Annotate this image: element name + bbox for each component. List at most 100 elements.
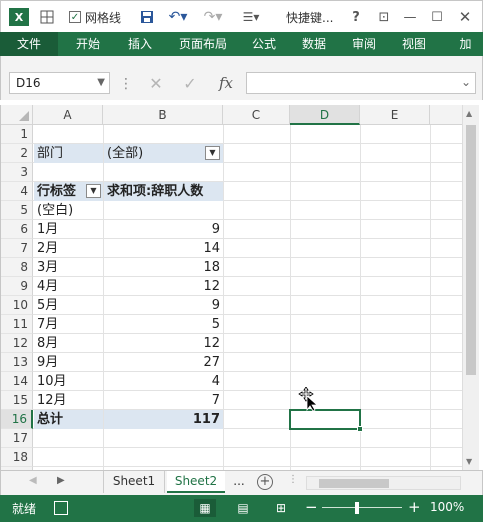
- row-header-15[interactable]: 15: [1, 391, 33, 410]
- row-header-4[interactable]: 4: [1, 182, 33, 201]
- sheet-tab-sheet1[interactable]: Sheet1: [103, 471, 165, 493]
- pivot-row-value[interactable]: 9: [104, 296, 223, 315]
- tab-file[interactable]: 文件: [0, 32, 58, 56]
- close-button[interactable]: ✕: [454, 7, 476, 27]
- pivot-row-value[interactable]: 12: [104, 277, 223, 296]
- pivot-row-value[interactable]: 18: [104, 258, 223, 277]
- row-header-18[interactable]: 18: [1, 448, 33, 467]
- row-header-14[interactable]: 14: [1, 372, 33, 391]
- page-break-view-button[interactable]: ⊞: [270, 499, 292, 517]
- undo-button[interactable]: ↶▾: [164, 7, 192, 27]
- row-header-9[interactable]: 9: [1, 277, 33, 296]
- gridlines-toggle[interactable]: ✓ 网格线: [69, 7, 121, 27]
- pivot-row-label[interactable]: 7月: [34, 315, 103, 334]
- pivot-row-value[interactable]: 7: [104, 391, 223, 410]
- pivot-row-label[interactable]: 5月: [34, 296, 103, 315]
- cancel-button[interactable]: ✕: [143, 72, 169, 94]
- column-header-b[interactable]: B: [103, 105, 223, 125]
- column-header-e[interactable]: E: [360, 105, 430, 125]
- customize-toolbar-button[interactable]: ☰▾: [239, 7, 263, 27]
- prev-sheet-icon[interactable]: ◀: [29, 475, 37, 486]
- enter-button[interactable]: ✓: [177, 72, 203, 94]
- add-sheet-icon[interactable]: +: [257, 474, 273, 490]
- scroll-thumb[interactable]: [319, 479, 389, 488]
- row-header-3[interactable]: 3: [1, 163, 33, 182]
- row-label-filter-button[interactable]: ▼: [86, 184, 101, 198]
- normal-view-button[interactable]: ▦: [194, 499, 216, 517]
- borders-icon[interactable]: [37, 7, 57, 27]
- zoom-in-icon[interactable]: +: [408, 498, 421, 516]
- minimize-button[interactable]: —: [399, 7, 421, 27]
- pivot-row-value[interactable]: 4: [104, 372, 223, 391]
- save-button[interactable]: [137, 7, 157, 27]
- expand-formula-icon[interactable]: ⌄: [461, 75, 471, 89]
- pivot-row-label[interactable]: 2月: [34, 239, 103, 258]
- row-header-12[interactable]: 12: [1, 334, 33, 353]
- row-header-16[interactable]: 16: [1, 410, 33, 429]
- row-header-5[interactable]: 5: [1, 201, 33, 220]
- tab-split-icon[interactable]: ⋮: [288, 474, 298, 485]
- insert-function-button[interactable]: fx: [213, 72, 239, 94]
- row-header-2[interactable]: 2: [1, 144, 33, 163]
- more-sheets-button[interactable]: ...: [229, 471, 249, 493]
- row-header-17[interactable]: 17: [1, 429, 33, 448]
- column-header-c[interactable]: C: [223, 105, 290, 125]
- row-header-6[interactable]: 6: [1, 220, 33, 239]
- tab-review[interactable]: 审阅: [344, 32, 384, 56]
- row-header-13[interactable]: 13: [1, 353, 33, 372]
- selected-cell-d16[interactable]: [289, 409, 363, 432]
- column-header-d[interactable]: D: [290, 105, 360, 125]
- horizontal-scrollbar[interactable]: [306, 476, 461, 490]
- page-layout-view-button[interactable]: ▤: [232, 499, 254, 517]
- zoom-slider[interactable]: [322, 507, 402, 508]
- row-header-7[interactable]: 7: [1, 239, 33, 258]
- pivot-row-value[interactable]: 5: [104, 315, 223, 334]
- pivot-total-label[interactable]: 总计: [34, 410, 103, 429]
- next-sheet-icon[interactable]: ▶: [57, 475, 65, 486]
- pivot-blank-label[interactable]: (空白): [34, 201, 103, 220]
- redo-button[interactable]: ↷▾: [199, 7, 227, 27]
- row-header-10[interactable]: 10: [1, 296, 33, 315]
- sheet-tab-sheet2[interactable]: Sheet2: [167, 471, 225, 493]
- row-header-11[interactable]: 11: [1, 315, 33, 334]
- tab-view[interactable]: 视图: [394, 32, 434, 56]
- worksheet-grid[interactable]: A B C D E 1 2 3 4 5 6 7 8 9 10 11 12 13 …: [0, 105, 462, 470]
- pivot-row-label[interactable]: 4月: [34, 277, 103, 296]
- row-header-8[interactable]: 8: [1, 258, 33, 277]
- pivot-row-label[interactable]: 3月: [34, 258, 103, 277]
- tab-data[interactable]: 数据: [294, 32, 334, 56]
- pivot-row-label[interactable]: 12月: [34, 391, 103, 410]
- column-header-f[interactable]: [430, 105, 462, 125]
- filter-dropdown-button[interactable]: ▼: [205, 146, 220, 160]
- zoom-slider-thumb[interactable]: [355, 502, 359, 514]
- pivot-row-label[interactable]: 1月: [34, 220, 103, 239]
- tab-page-layout[interactable]: 页面布局: [172, 32, 234, 56]
- column-header-a[interactable]: A: [33, 105, 103, 125]
- macro-record-icon[interactable]: [54, 501, 68, 515]
- scroll-up-icon[interactable]: ▲: [466, 109, 472, 118]
- pivot-row-value[interactable]: 27: [104, 353, 223, 372]
- tab-insert[interactable]: 插入: [118, 32, 162, 56]
- pivot-row-value[interactable]: 12: [104, 334, 223, 353]
- formula-input[interactable]: ⌄: [246, 72, 476, 94]
- pivot-filter-label[interactable]: 部门: [34, 144, 103, 163]
- fill-handle[interactable]: [357, 426, 363, 432]
- name-box[interactable]: D16 ▼: [9, 72, 110, 94]
- pivot-total-value[interactable]: 117: [104, 410, 223, 429]
- zoom-out-icon[interactable]: −: [305, 498, 318, 516]
- zoom-level[interactable]: 100%: [430, 500, 464, 514]
- pivot-row-label[interactable]: 9月: [34, 353, 103, 372]
- tab-addins[interactable]: 加: [448, 32, 483, 56]
- select-all-button[interactable]: [1, 105, 33, 125]
- tab-formulas[interactable]: 公式: [244, 32, 284, 56]
- scroll-down-icon[interactable]: ▼: [466, 457, 472, 466]
- row-header-1[interactable]: 1: [1, 125, 33, 144]
- pivot-row-value[interactable]: 14: [104, 239, 223, 258]
- maximize-button[interactable]: ☐: [426, 7, 448, 27]
- ribbon-display-button[interactable]: ⊡: [373, 7, 395, 27]
- help-button[interactable]: ?: [345, 7, 367, 27]
- pivot-row-label[interactable]: 8月: [34, 334, 103, 353]
- tab-home[interactable]: 开始: [66, 32, 110, 56]
- pivot-value-header[interactable]: 求和项:辞职人数: [104, 182, 223, 201]
- scroll-thumb[interactable]: [466, 125, 476, 375]
